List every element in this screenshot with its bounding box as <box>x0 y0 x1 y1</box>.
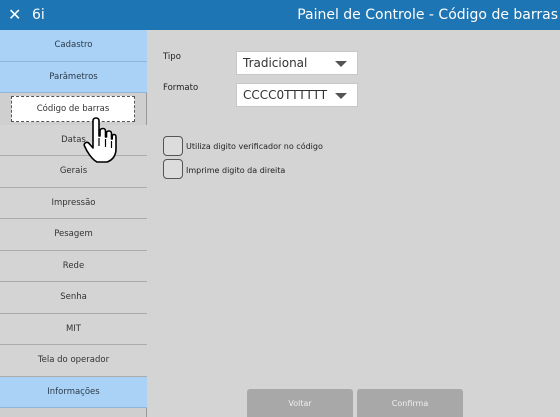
tipo-value: Tradicional <box>243 56 308 70</box>
chevron-down-icon <box>335 93 347 99</box>
sidebar-item-label: Informações <box>47 386 100 397</box>
formato-label: Formato <box>163 83 199 93</box>
checkbox-digito-verificador[interactable] <box>163 136 183 156</box>
checkbox-digito-verificador-label: Utiliza digito verificador no código <box>186 142 323 151</box>
formato-select[interactable]: CCCC0TTTTTT <box>236 83 358 107</box>
sidebar-item-senha[interactable]: Senha <box>0 282 147 314</box>
sidebar-item-label: Gerais <box>59 166 88 177</box>
sidebar-item-label: Código de barras <box>36 103 110 114</box>
sidebar-item-label: Pesagem <box>54 229 93 240</box>
formato-value: CCCC0TTTTTT <box>243 88 328 102</box>
app-name: 6i <box>32 7 45 23</box>
sidebar-item-label: Rede <box>62 260 85 271</box>
sidebar-item-label: Senha <box>60 292 87 303</box>
tipo-label: Tipo <box>163 52 181 62</box>
sidebar-item-label: Cadastro <box>54 40 93 51</box>
sidebar-item-pesagem[interactable]: Pesagem <box>0 219 147 251</box>
sidebar-item-rede[interactable]: Rede <box>0 250 147 282</box>
sidebar-item-tela-do-operador[interactable]: Tela do operador <box>0 345 147 377</box>
title-bar: ✕ 6i Painel de Controle - Código de barr… <box>0 0 560 30</box>
sidebar-item-label: Tela do operador <box>37 355 110 366</box>
back-button[interactable]: Voltar <box>247 389 353 417</box>
confirm-button-label: Confirma <box>391 398 429 408</box>
sidebar-item-mit[interactable]: MIT <box>0 313 147 345</box>
sidebar-item-parametros[interactable]: Parâmetros <box>0 61 147 93</box>
sidebar-item-label: Parâmetros <box>49 71 98 82</box>
sidebar-item-impressao[interactable]: Impressão <box>0 187 147 219</box>
confirm-button[interactable]: Confirma <box>357 389 463 417</box>
sidebar-item-cadastro[interactable]: Cadastro <box>0 30 147 62</box>
sidebar-item-label: Impressão <box>51 197 96 208</box>
back-button-label: Voltar <box>288 398 312 408</box>
checkbox-imprime-digito-label: Imprime digito da direita <box>186 166 286 175</box>
sidebar-item-informacoes[interactable]: Informações <box>0 376 147 408</box>
sidebar-item-label: Datas <box>61 134 86 145</box>
sidebar: Cadastro Parâmetros Código de barras Dat… <box>0 30 147 417</box>
close-icon[interactable]: ✕ <box>8 5 21 25</box>
sidebar-item-gerais[interactable]: Gerais <box>0 156 147 188</box>
sidebar-item-label: MIT <box>65 323 82 334</box>
tipo-select[interactable]: Tradicional <box>236 51 358 75</box>
sidebar-item-datas[interactable]: Datas <box>0 124 147 156</box>
checkbox-imprime-digito[interactable] <box>163 159 183 179</box>
window-title: Painel de Controle - Código de barras <box>297 7 558 23</box>
sidebar-item-codigo-de-barras[interactable]: Código de barras <box>11 95 135 122</box>
chevron-down-icon <box>335 61 347 67</box>
